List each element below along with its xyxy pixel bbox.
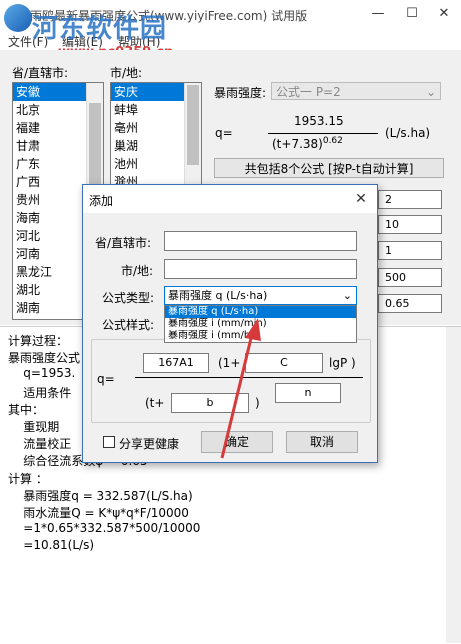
dialog-title: 添加 bbox=[89, 194, 114, 208]
formula-type-dropdown[interactable]: 暴雨强度 q (L/s·ha) 暴雨强度 i (mm/min) 暴雨强度 i (… bbox=[164, 305, 357, 343]
auto-calc-button[interactable]: 共包括8个公式 [按P-t自动计算] bbox=[214, 158, 444, 178]
watermark-logo bbox=[4, 4, 32, 32]
intensity-selected: 公式一 P=2 bbox=[276, 85, 341, 99]
share-checkbox[interactable] bbox=[103, 436, 115, 448]
type-option[interactable]: 暴雨强度 i (mm/min) bbox=[165, 318, 356, 330]
area-field[interactable]: 500 bbox=[378, 268, 442, 287]
fraction-line bbox=[268, 133, 378, 134]
chevron-down-icon: ⌄ bbox=[425, 85, 436, 99]
a1-input[interactable]: 167A1 bbox=[143, 353, 209, 373]
result-line: 雨水流量Q = K*ψ*q*F/10000 bbox=[8, 506, 189, 520]
formula-type-label: 公式类型: bbox=[102, 291, 155, 305]
result-line: 计算过程： bbox=[8, 334, 69, 348]
result-line: q=1953. bbox=[8, 366, 76, 381]
b-input[interactable]: b bbox=[171, 393, 249, 413]
result-line: 重现期 bbox=[8, 420, 60, 434]
type-option[interactable]: 暴雨强度 q (L/s·ha) bbox=[165, 306, 356, 318]
result-line: 适用条件 bbox=[8, 385, 72, 400]
formula-unit: (L/s.ha) bbox=[385, 126, 431, 140]
city-scrollbar[interactable] bbox=[184, 83, 201, 193]
dialog-city-input[interactable] bbox=[164, 259, 357, 279]
formula-q: q= bbox=[215, 126, 233, 140]
formula-denominator: (t+7.38)0.62 bbox=[272, 136, 343, 151]
results-scrollbar[interactable] bbox=[446, 327, 461, 643]
city-label: 市/地: bbox=[110, 66, 143, 80]
add-dialog: 添加 ✕ 省/直辖市: 市/地: 公式类型: 暴雨强度 q (L/s·ha) ⌄… bbox=[82, 184, 378, 463]
formula-type-select[interactable]: 暴雨强度 q (L/s·ha) ⌄ bbox=[164, 286, 357, 305]
q-eq-text: q= bbox=[97, 372, 115, 386]
n-input[interactable]: n bbox=[275, 383, 341, 403]
formula-fraction-line bbox=[135, 377, 363, 378]
result-line: =10.81(L/s) bbox=[8, 538, 95, 553]
city-list[interactable]: 安庆 蚌埠 亳州 巢湖 池州 滁州 bbox=[110, 82, 202, 194]
result-line: 暴雨强度q = 332.587(L/S.ha) bbox=[8, 488, 193, 503]
type-option[interactable]: 暴雨强度 i (mm/h) bbox=[165, 330, 356, 342]
formula-type-selected: 暴雨强度 q (L/s·ha) bbox=[168, 289, 268, 302]
c-input[interactable]: C bbox=[245, 353, 323, 373]
runoff-coef-field[interactable]: 0.65 bbox=[378, 294, 442, 313]
result-line: 流量校正 bbox=[8, 437, 72, 452]
formula-style-label: 公式样式: bbox=[102, 318, 155, 332]
result-line: 计算 ： bbox=[8, 471, 48, 486]
correction-field[interactable]: 1 bbox=[378, 241, 442, 260]
close-paren-text: ) bbox=[255, 396, 260, 410]
one-plus-text: (1+ bbox=[218, 356, 241, 370]
return-period-field[interactable]: 2 bbox=[378, 190, 442, 209]
intensity-label: 暴雨强度: bbox=[214, 86, 267, 100]
dialog-title-bar bbox=[83, 185, 377, 213]
formula-numerator: 1953.15 bbox=[294, 114, 344, 128]
t-plus-text: (t+ bbox=[145, 396, 165, 410]
dialog-province-input[interactable] bbox=[164, 231, 357, 251]
close-icon[interactable]: ✕ bbox=[432, 4, 456, 24]
result-line: 其中： bbox=[8, 402, 45, 417]
result-line: 暴雨强度公式 bbox=[8, 351, 81, 366]
lgp-text: lgP ) bbox=[329, 356, 356, 370]
duration-field[interactable]: 10 bbox=[378, 215, 442, 234]
minimize-icon[interactable]: — bbox=[366, 4, 390, 24]
formula-exponent: 0.62 bbox=[322, 136, 343, 146]
province-label: 省/直辖市: bbox=[12, 66, 69, 80]
share-label: 分享更健康 bbox=[119, 437, 180, 451]
cancel-button[interactable]: 取消 bbox=[286, 431, 358, 453]
ok-button[interactable]: 确定 bbox=[201, 431, 273, 453]
chevron-down-icon: ⌄ bbox=[342, 289, 352, 302]
maximize-icon[interactable]: ☐ bbox=[400, 4, 424, 24]
dialog-city-label: 市/地: bbox=[121, 264, 154, 278]
intensity-select[interactable]: 公式一 P=2 ⌄ bbox=[271, 82, 441, 100]
dialog-province-label: 省/直辖市: bbox=[95, 236, 152, 250]
watermark-text: 河东软件园 bbox=[32, 14, 168, 44]
result-line: =1*0.65*332.587*500/10000 bbox=[8, 521, 201, 536]
close-icon[interactable]: ✕ bbox=[351, 190, 371, 208]
